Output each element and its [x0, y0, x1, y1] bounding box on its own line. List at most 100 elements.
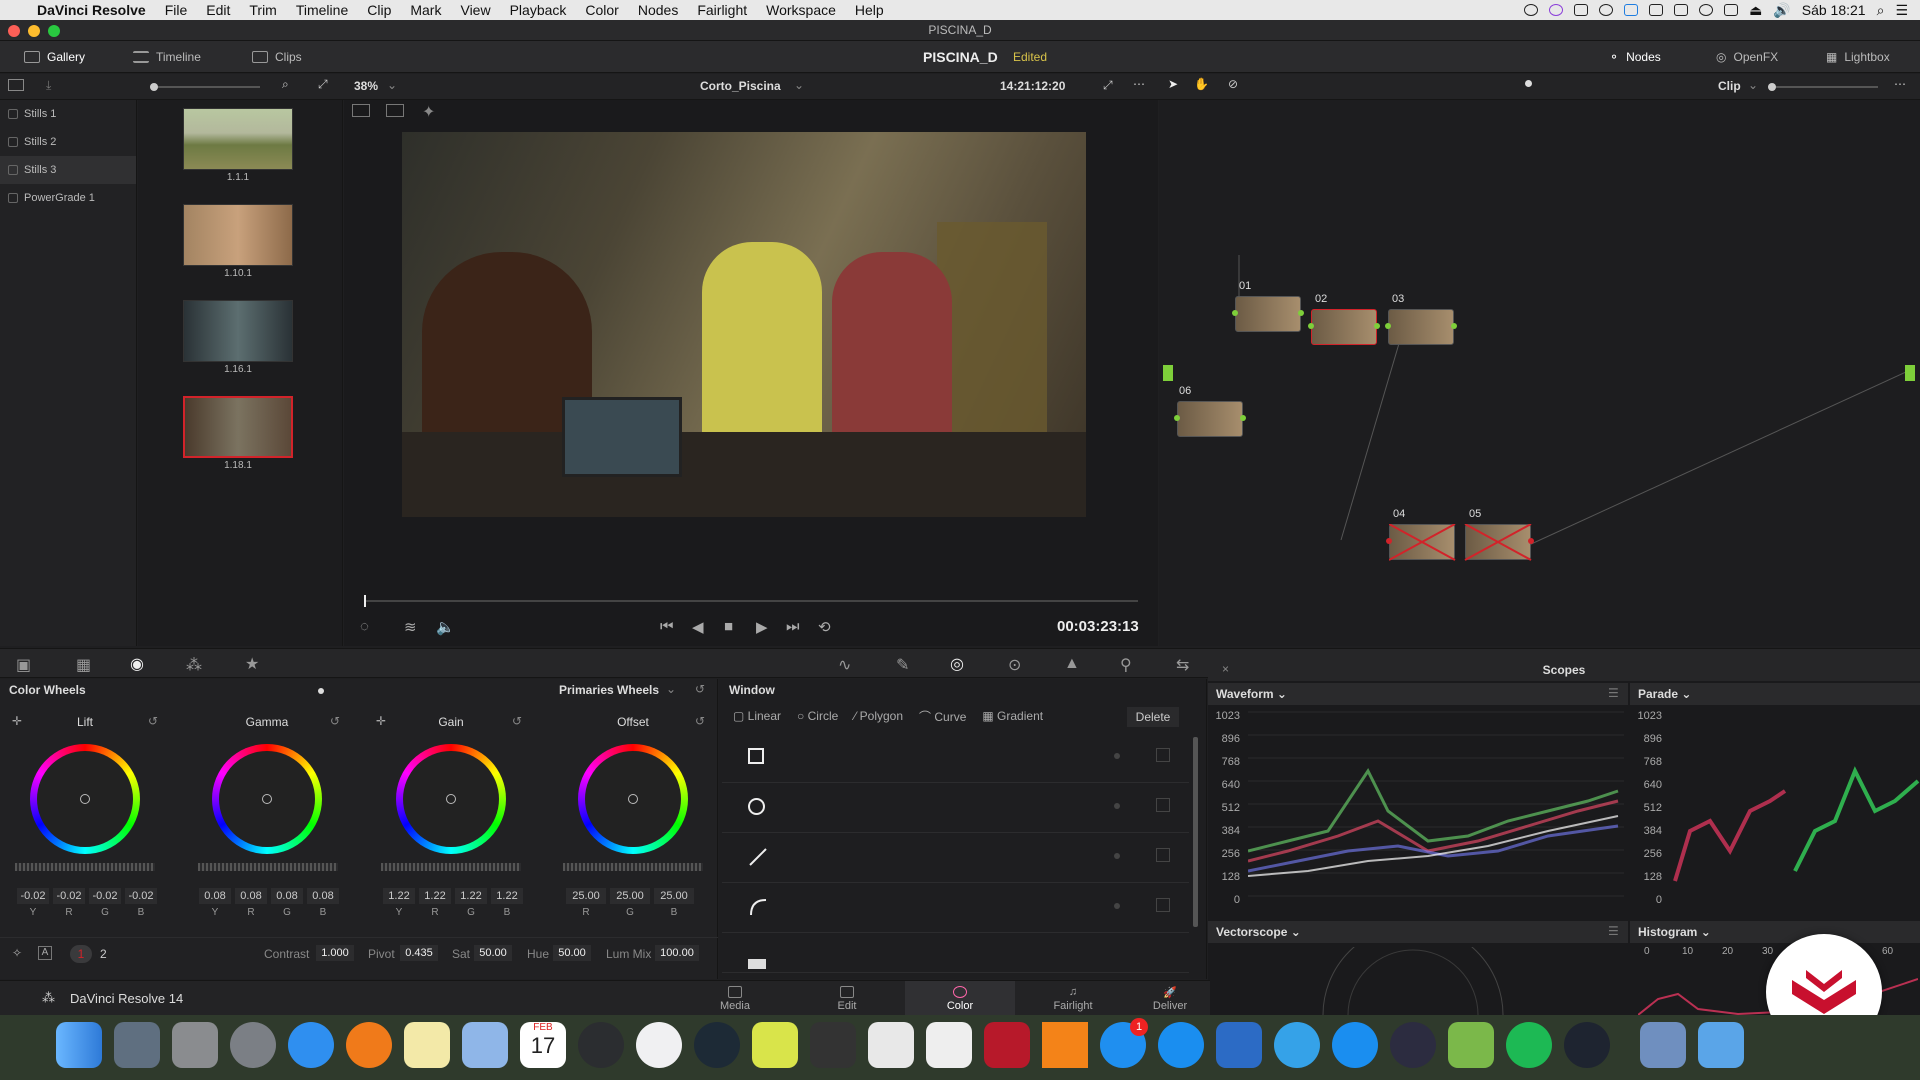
menu-color[interactable]: Color: [585, 2, 618, 18]
zoom-app-icon[interactable]: [1274, 1022, 1320, 1068]
lift-g-value[interactable]: -0.02: [89, 888, 121, 904]
node-mode[interactable]: Clip: [1718, 79, 1741, 93]
reset-icon[interactable]: ↺: [512, 714, 522, 728]
play-reverse-icon[interactable]: ◀: [692, 618, 704, 636]
menu-help[interactable]: Help: [855, 2, 884, 18]
album-item[interactable]: Stills 3: [0, 156, 136, 184]
go-to-end-icon[interactable]: ⏭: [786, 618, 800, 635]
gain-wheel[interactable]: [396, 744, 506, 854]
node-output-dot[interactable]: [1298, 310, 1304, 316]
minimize-window-button[interactable]: [28, 25, 40, 37]
gallery-button[interactable]: Gallery: [24, 41, 85, 73]
offset-b-value[interactable]: 25.00: [654, 888, 694, 904]
highlight-mode-icon[interactable]: ◌: [360, 618, 369, 635]
qualifier-icon[interactable]: ✎: [896, 655, 909, 675]
filezilla-icon[interactable]: [984, 1022, 1030, 1068]
menu-view[interactable]: View: [460, 2, 490, 18]
network-icon[interactable]: [1216, 1022, 1262, 1068]
still-thumbnail[interactable]: [183, 300, 293, 362]
key-icon[interactable]: ⚲: [1120, 655, 1132, 675]
camera-app-icon[interactable]: [1564, 1022, 1610, 1068]
pointer-icon[interactable]: ➤: [1168, 77, 1178, 91]
import-still-icon[interactable]: ⤓: [46, 78, 51, 93]
more-options-icon[interactable]: ⋯: [1894, 77, 1906, 91]
menu-trim[interactable]: Trim: [249, 2, 276, 18]
node-output-dot[interactable]: [1374, 323, 1380, 329]
sizing-icon[interactable]: ⇆: [1176, 655, 1189, 675]
clips-button[interactable]: Clips: [252, 41, 302, 73]
node-input-dot[interactable]: [1174, 415, 1180, 421]
fullscreen-icon[interactable]: ⤢: [1103, 78, 1113, 93]
vpn-icon[interactable]: [1599, 4, 1614, 16]
album-item[interactable]: PowerGrade 1: [0, 184, 136, 212]
reset-icon[interactable]: ↺: [695, 682, 705, 696]
blur-icon[interactable]: ▲: [1064, 655, 1080, 673]
rgb-mixer-icon[interactable]: ⁂: [186, 655, 202, 675]
preview-icon[interactable]: [172, 1022, 218, 1068]
viewer-mode-icon[interactable]: [352, 104, 370, 117]
magic-wand-icon[interactable]: ✦: [422, 102, 435, 122]
inactive-dot[interactable]: [1114, 903, 1120, 909]
node-output-dot[interactable]: [1240, 415, 1246, 421]
page-dot[interactable]: [318, 688, 324, 694]
volume-icon[interactable]: 🔈: [436, 618, 455, 636]
menu-mark[interactable]: Mark: [410, 2, 441, 18]
linear-window-button[interactable]: ▢ Linear: [733, 709, 781, 723]
nvidia-icon[interactable]: [1674, 4, 1689, 16]
notification-center-icon[interactable]: ☰: [1895, 2, 1908, 19]
wheel-handle[interactable]: [262, 794, 272, 804]
node-03[interactable]: [1388, 309, 1454, 345]
close-icon[interactable]: ×: [1222, 662, 1229, 676]
window-list-scrollbar[interactable]: [1193, 737, 1198, 927]
source-timecode[interactable]: 14:21:12:20: [1000, 79, 1065, 93]
node-zoom-slider[interactable]: [1768, 83, 1878, 91]
window-checkbox[interactable]: [1156, 748, 1170, 762]
chevron-down-icon[interactable]: ⌄: [666, 682, 676, 696]
page-dot[interactable]: [1525, 80, 1532, 87]
node-01[interactable]: [1235, 296, 1301, 332]
lift-master-slider[interactable]: [15, 863, 155, 871]
contrast-value[interactable]: 1.000: [316, 945, 354, 961]
chevron-down-icon[interactable]: ⌄: [387, 78, 397, 92]
downloads-folder-icon[interactable]: [1640, 1022, 1686, 1068]
menu-app-name[interactable]: DaVinci Resolve: [37, 2, 146, 18]
spotify-icon[interactable]: [1506, 1022, 1552, 1068]
more-options-icon[interactable]: ⋯: [1133, 77, 1145, 91]
gain-master-slider[interactable]: [381, 863, 521, 871]
wheel-page-2[interactable]: 2: [100, 947, 107, 961]
finder-icon[interactable]: [56, 1022, 102, 1068]
timeline-button[interactable]: Timeline: [133, 41, 201, 73]
sidebar-toggle-icon[interactable]: [8, 79, 24, 91]
window-row-gradient[interactable]: [722, 933, 1189, 973]
menubar-clock[interactable]: Sáb 18:21: [1802, 2, 1866, 18]
bypass-icon[interactable]: ⊘: [1228, 77, 1238, 91]
gain-b-value[interactable]: 1.22: [491, 888, 523, 904]
clock-icon[interactable]: [1699, 4, 1714, 16]
lummix-value[interactable]: 100.00: [655, 945, 699, 961]
pivot-value[interactable]: 0.435: [400, 945, 438, 961]
lift-y-value[interactable]: -0.02: [17, 888, 49, 904]
airplay-icon[interactable]: [1724, 4, 1739, 16]
window-checkbox[interactable]: [1156, 798, 1170, 812]
curves-icon[interactable]: ∿: [838, 655, 851, 675]
file-transfer-icon[interactable]: [462, 1022, 508, 1068]
node-06[interactable]: [1177, 401, 1243, 437]
window-row-curve[interactable]: [722, 883, 1189, 933]
still-thumbnail[interactable]: [183, 204, 293, 266]
split-screen-icon[interactable]: [386, 104, 404, 117]
expand-icon[interactable]: ⤢: [318, 77, 328, 92]
page-media[interactable]: Media: [680, 981, 790, 1016]
chevron-down-icon[interactable]: ⌄: [794, 78, 804, 92]
playhead-timecode[interactable]: 00:03:23:13: [1057, 618, 1139, 635]
lift-r-value[interactable]: -0.02: [53, 888, 85, 904]
scope-settings-icon[interactable]: ☰: [1608, 924, 1619, 938]
stop-icon[interactable]: ■: [724, 618, 733, 635]
camera-raw-icon[interactable]: ▣: [16, 655, 31, 675]
system-preferences-icon[interactable]: [230, 1022, 276, 1068]
wheel-handle[interactable]: [628, 794, 638, 804]
gain-r-value[interactable]: 1.22: [419, 888, 451, 904]
slider-knob[interactable]: [150, 83, 158, 91]
album-item[interactable]: Stills 1: [0, 100, 136, 128]
reset-icon[interactable]: ↺: [148, 714, 158, 728]
inactive-dot[interactable]: [1114, 853, 1120, 859]
